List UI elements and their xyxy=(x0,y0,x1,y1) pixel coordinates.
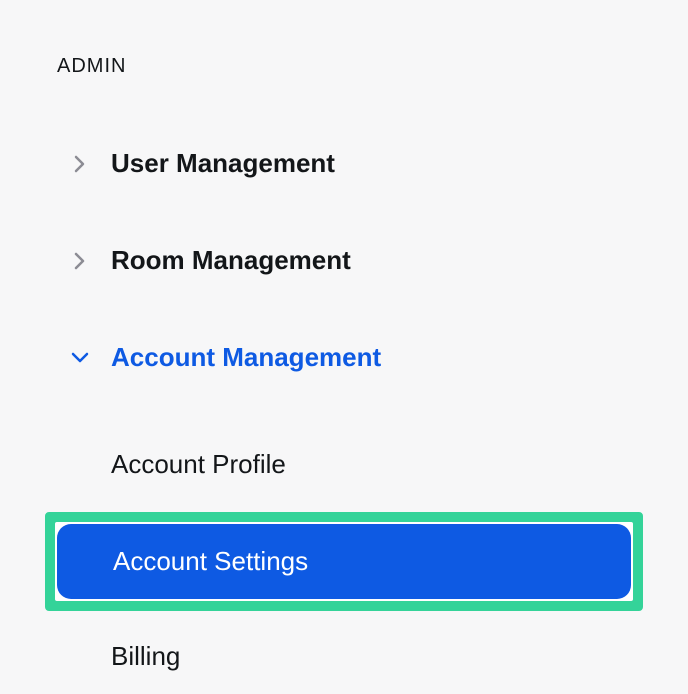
nav-item-room-management[interactable]: Room Management xyxy=(55,245,633,276)
nav-item-user-management[interactable]: User Management xyxy=(55,148,633,179)
nav-label: Account Management xyxy=(111,342,381,373)
chevron-down-icon xyxy=(71,349,89,367)
nav-label: Room Management xyxy=(111,245,351,276)
nav-label: User Management xyxy=(111,148,335,179)
subnav-account-management: Account Profile Account Settings Billing xyxy=(55,427,633,694)
highlight-inner: Account Settings xyxy=(55,522,633,601)
nav-item-account-management[interactable]: Account Management xyxy=(55,342,633,373)
chevron-right-icon xyxy=(71,252,89,270)
highlight-callout: Account Settings xyxy=(45,512,643,611)
subnav-item-billing[interactable]: Billing xyxy=(55,619,633,694)
subnav-item-account-settings[interactable]: Account Settings xyxy=(57,524,631,599)
subnav-item-account-profile[interactable]: Account Profile xyxy=(55,427,633,502)
section-header-admin: ADMIN xyxy=(57,55,633,78)
chevron-right-icon xyxy=(71,155,89,173)
